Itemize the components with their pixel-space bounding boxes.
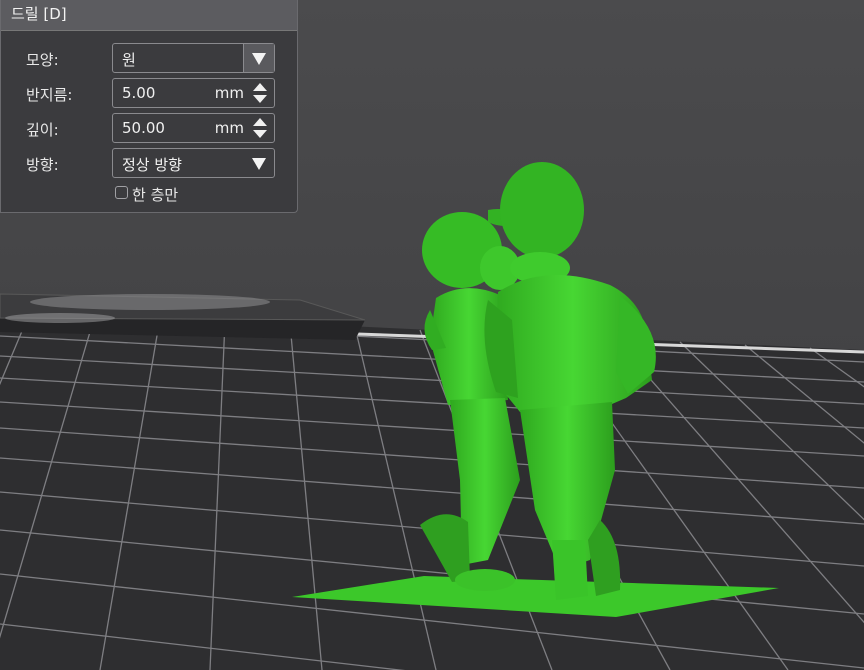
depth-label: 깊이: xyxy=(26,121,59,139)
dropdown-arrow-button[interactable] xyxy=(243,44,274,72)
plate-texture xyxy=(30,294,270,310)
panel-title: 드릴 [D] xyxy=(1,0,297,31)
one-layer-label: 한 층만 xyxy=(132,186,179,204)
direction-row: 방향: 정상 방향 xyxy=(1,148,299,178)
direction-value: 정상 방향 xyxy=(122,156,182,174)
shape-label: 모양: xyxy=(26,51,59,69)
chevron-down-icon xyxy=(252,158,266,170)
shape-row: 모양: 원 xyxy=(1,43,299,73)
spin-down-icon[interactable] xyxy=(253,130,267,138)
depth-unit: mm xyxy=(214,119,244,137)
radius-spinner-icon[interactable] xyxy=(252,82,268,104)
radius-label: 반지름: xyxy=(26,86,73,104)
shape-value: 원 xyxy=(122,51,136,69)
dropdown-arrow-button[interactable] xyxy=(244,149,274,177)
depth-spinner-icon[interactable] xyxy=(252,117,268,139)
radius-value: 5.00 xyxy=(122,84,156,102)
depth-value: 50.00 xyxy=(122,119,165,137)
spin-down-icon[interactable] xyxy=(253,95,267,103)
radius-input[interactable]: 5.00 mm xyxy=(112,78,275,108)
plate-texture xyxy=(5,313,115,323)
depth-input[interactable]: 50.00 mm xyxy=(112,113,275,143)
chevron-down-icon xyxy=(252,53,266,65)
radius-unit: mm xyxy=(214,84,244,102)
spin-up-icon[interactable] xyxy=(253,118,267,126)
one-layer-option[interactable]: 한 층만 xyxy=(112,184,232,206)
direction-label: 방향: xyxy=(26,156,59,174)
drill-panel: 드릴 [D] 모양: 원 반지름: 5.00 mm 깊이: 50.00 mm 방… xyxy=(0,0,298,213)
spin-up-icon[interactable] xyxy=(253,83,267,91)
build-floor xyxy=(0,310,864,670)
radius-row: 반지름: 5.00 mm xyxy=(1,78,299,108)
direction-select[interactable]: 정상 방향 xyxy=(112,148,275,178)
shape-select[interactable]: 원 xyxy=(112,43,275,73)
depth-row: 깊이: 50.00 mm xyxy=(1,113,299,143)
one-layer-checkbox[interactable] xyxy=(115,186,128,199)
